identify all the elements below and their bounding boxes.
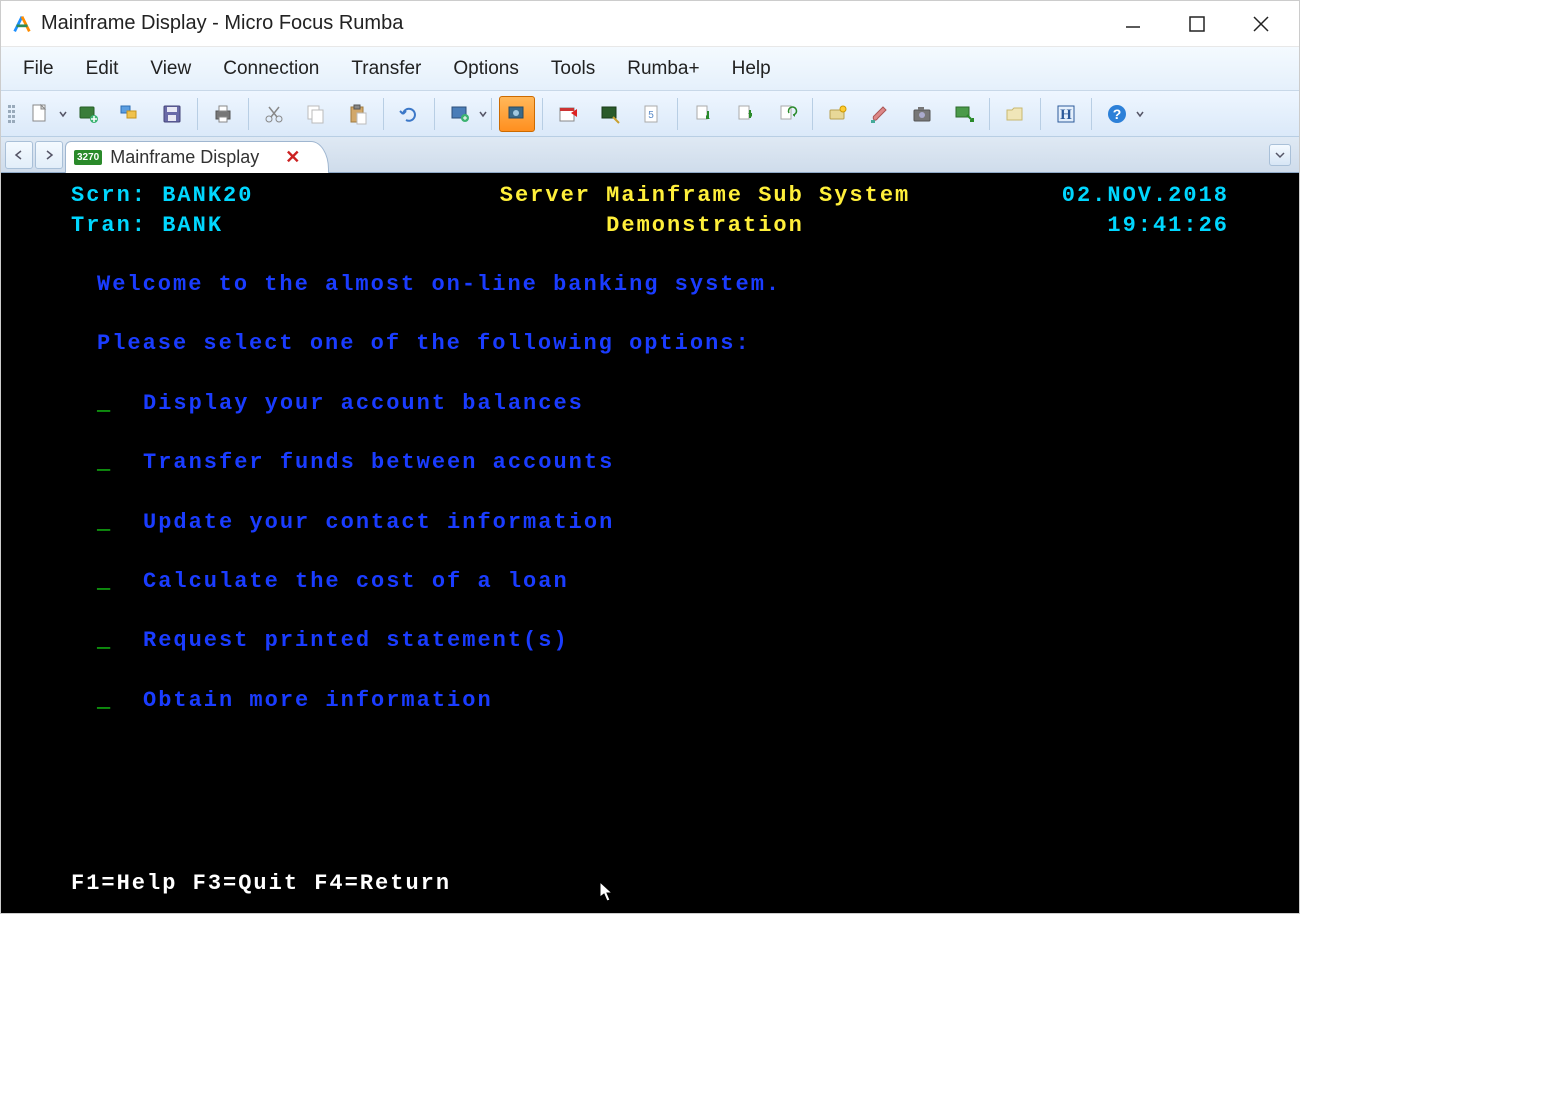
- macro-record-icon[interactable]: [499, 96, 535, 132]
- cut-icon[interactable]: [256, 96, 292, 132]
- terminal-screen[interactable]: Scrn: BANK20 Server Mainframe Sub System…: [1, 173, 1299, 913]
- option-row[interactable]: _Update your contact information: [1, 508, 1299, 538]
- window-title: Mainframe Display - Micro Focus Rumba: [41, 12, 403, 35]
- save-icon[interactable]: [154, 96, 190, 132]
- tab-close-icon[interactable]: ✕: [285, 147, 300, 168]
- close-button[interactable]: [1243, 6, 1279, 42]
- color-brush-icon[interactable]: [862, 96, 898, 132]
- document-open-icon[interactable]: [997, 96, 1033, 132]
- transfer-refresh-icon[interactable]: [769, 96, 805, 132]
- tab-badge: 3270: [74, 150, 102, 165]
- screen-title-2: Demonstration: [381, 211, 1029, 241]
- option-label: Update your contact information: [125, 508, 614, 538]
- scrn-value: BANK20: [162, 183, 253, 208]
- maximize-button[interactable]: [1179, 6, 1215, 42]
- screen-capture-icon[interactable]: [442, 96, 478, 132]
- screen-title-1: Server Mainframe Sub System: [381, 181, 1029, 211]
- screen-date: 02.NOV.2018: [1029, 181, 1229, 211]
- option-label: Transfer funds between accounts: [125, 448, 614, 478]
- transfer-download-icon[interactable]: [685, 96, 721, 132]
- minimize-button[interactable]: [1115, 6, 1151, 42]
- option-label: Request printed statement(s): [125, 626, 569, 656]
- app-icon: [11, 13, 33, 35]
- undo-icon[interactable]: [391, 96, 427, 132]
- svg-text:H: H: [1060, 107, 1072, 123]
- input-cursor[interactable]: _: [97, 686, 125, 716]
- connect-icon[interactable]: [70, 96, 106, 132]
- copy-icon[interactable]: [298, 96, 334, 132]
- new-document-icon[interactable]: [22, 96, 58, 132]
- svg-text:5: 5: [648, 110, 654, 121]
- menu-options[interactable]: Options: [439, 52, 532, 86]
- print-icon[interactable]: [205, 96, 241, 132]
- dropdown-icon[interactable]: [59, 105, 67, 123]
- tab-forward-icon[interactable]: [35, 141, 63, 169]
- screen-export-icon[interactable]: [946, 96, 982, 132]
- calendar-flag-icon[interactable]: [550, 96, 586, 132]
- scrn-label: Scrn:: [71, 183, 147, 208]
- history-icon[interactable]: H: [1048, 96, 1084, 132]
- window-controls: [1115, 6, 1289, 42]
- tab-menu-icon[interactable]: [1269, 144, 1291, 166]
- toolbar-grip: [7, 105, 15, 123]
- option-label: Display your account balances: [125, 389, 584, 419]
- input-cursor[interactable]: _: [97, 567, 125, 597]
- input-cursor[interactable]: _: [97, 508, 125, 538]
- tabs-row: 3270 Mainframe Display ✕: [1, 137, 1299, 173]
- key-mapping-icon[interactable]: [820, 96, 856, 132]
- prompt-text: Please select one of the following optio…: [1, 329, 1299, 359]
- option-label: Calculate the cost of a loan: [125, 567, 569, 597]
- menu-file[interactable]: File: [9, 52, 68, 86]
- menu-edit[interactable]: Edit: [72, 52, 133, 86]
- menu-bar: File Edit View Connection Transfer Optio…: [1, 47, 1299, 91]
- menu-help[interactable]: Help: [718, 52, 785, 86]
- option-row[interactable]: _Transfer funds between accounts: [1, 448, 1299, 478]
- input-cursor[interactable]: _: [97, 448, 125, 478]
- mouse-cursor-icon: [599, 881, 615, 913]
- screen-area-icon[interactable]: [592, 96, 628, 132]
- option-row[interactable]: _Display your account balances: [1, 389, 1299, 419]
- transfer-upload-icon[interactable]: [727, 96, 763, 132]
- menu-tools[interactable]: Tools: [537, 52, 609, 86]
- help-icon[interactable]: ?: [1099, 96, 1135, 132]
- option-row[interactable]: _Request printed statement(s): [1, 626, 1299, 656]
- screen-time: 19:41:26: [1029, 211, 1229, 241]
- paste-icon[interactable]: [340, 96, 376, 132]
- page-num-icon[interactable]: 5: [634, 96, 670, 132]
- menu-transfer[interactable]: Transfer: [337, 52, 435, 86]
- title-bar: Mainframe Display - Micro Focus Rumba: [1, 1, 1299, 47]
- menu-connection[interactable]: Connection: [209, 52, 333, 86]
- function-keys: F1=Help F3=Quit F4=Return: [71, 869, 451, 899]
- application-window: Mainframe Display - Micro Focus Rumba Fi…: [0, 0, 1300, 914]
- tran-label: Tran:: [71, 213, 147, 238]
- option-label: Obtain more information: [125, 686, 493, 716]
- dropdown-icon[interactable]: [1136, 105, 1144, 123]
- sessions-icon[interactable]: [112, 96, 148, 132]
- input-cursor[interactable]: _: [97, 626, 125, 656]
- tab-back-icon[interactable]: [5, 141, 33, 169]
- menu-rumba-plus[interactable]: Rumba+: [613, 52, 713, 86]
- menu-view[interactable]: View: [136, 52, 205, 86]
- input-cursor[interactable]: _: [97, 389, 125, 419]
- camera-snapshot-icon[interactable]: [904, 96, 940, 132]
- tran-value: BANK: [162, 213, 223, 238]
- option-row[interactable]: _Obtain more information: [1, 686, 1299, 716]
- welcome-text: Welcome to the almost on-line banking sy…: [1, 270, 1299, 300]
- tab-label: Mainframe Display: [110, 147, 259, 168]
- svg-text:?: ?: [1113, 106, 1122, 122]
- dropdown-icon[interactable]: [479, 105, 487, 123]
- option-row[interactable]: _Calculate the cost of a loan: [1, 567, 1299, 597]
- session-tab[interactable]: 3270 Mainframe Display ✕: [65, 141, 329, 173]
- toolbar: 5 H ?: [1, 91, 1299, 137]
